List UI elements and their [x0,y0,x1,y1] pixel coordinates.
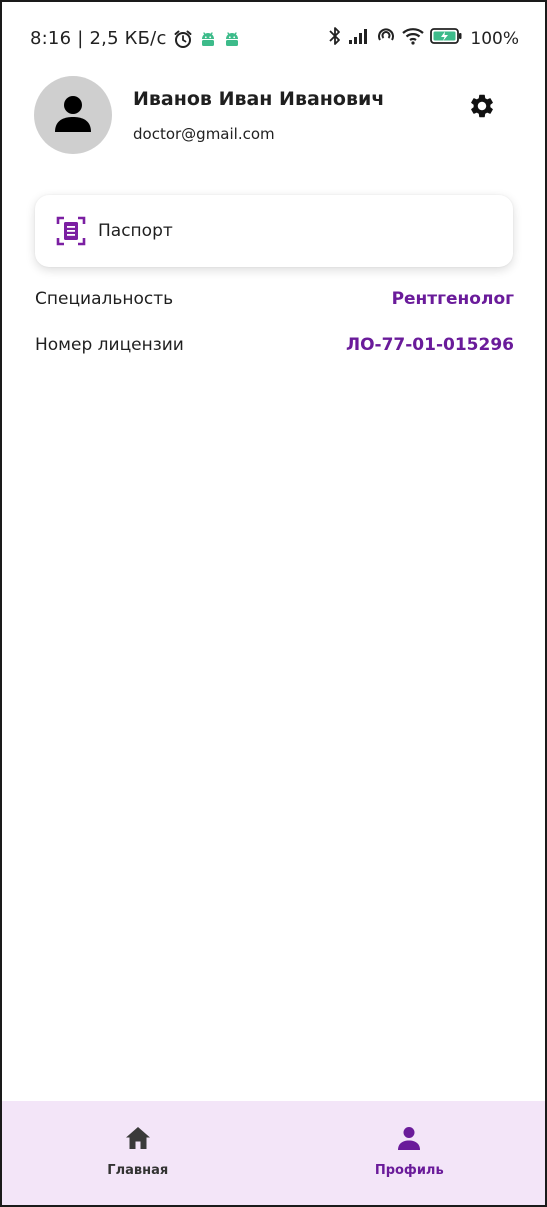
home-icon [124,1125,152,1155]
network-speed: 2,5 КБ/с [89,28,167,49]
nav-label-home: Главная [107,1163,169,1178]
status-bar-right: 100% [328,26,519,51]
specialty-label: Специальность [35,289,174,309]
settings-button[interactable] [466,92,498,124]
bottom-navigation: Главная Профиль [2,1101,545,1205]
bluetooth-icon [328,26,342,51]
wifi-icon [402,27,425,50]
gear-icon [468,92,496,124]
android-icon [199,30,217,48]
profile-email: doctor@gmail.com [133,125,275,143]
status-bar: 8:16 | 2,5 КБ/с 100% [2,2,545,74]
passport-card[interactable]: Паспорт [35,195,513,267]
nav-label-profile: Профиль [374,1163,444,1178]
passport-label: Паспорт [98,221,173,241]
status-bar-left: 8:16 | 2,5 КБ/с [30,28,241,49]
android-icon [223,30,241,48]
profile-name: Иванов Иван Иванович [133,88,385,110]
hotspot-icon [376,27,396,50]
nav-item-home[interactable]: Главная [2,1101,274,1205]
license-value: ЛО-77-01-015296 [345,335,514,355]
alarm-icon [173,29,193,49]
avatar [34,76,112,154]
person-icon [52,92,94,138]
battery-percentage: 100% [470,28,519,49]
nav-item-profile[interactable]: Профиль [274,1101,546,1205]
status-time: 8:16 [30,28,72,49]
license-row: Номер лицензии ЛО-77-01-015296 [35,335,514,355]
status-separator: | [77,28,84,49]
document-scan-icon [56,216,86,246]
signal-icon [348,28,370,49]
battery-icon [430,27,462,50]
person-icon [396,1125,422,1155]
license-label: Номер лицензии [35,335,184,355]
specialty-row: Специальность Рентгенолог [35,289,514,309]
app-screen: 8:16 | 2,5 КБ/с 100% Иванов Иван Иванови… [0,0,547,1207]
specialty-value: Рентгенолог [391,289,514,309]
